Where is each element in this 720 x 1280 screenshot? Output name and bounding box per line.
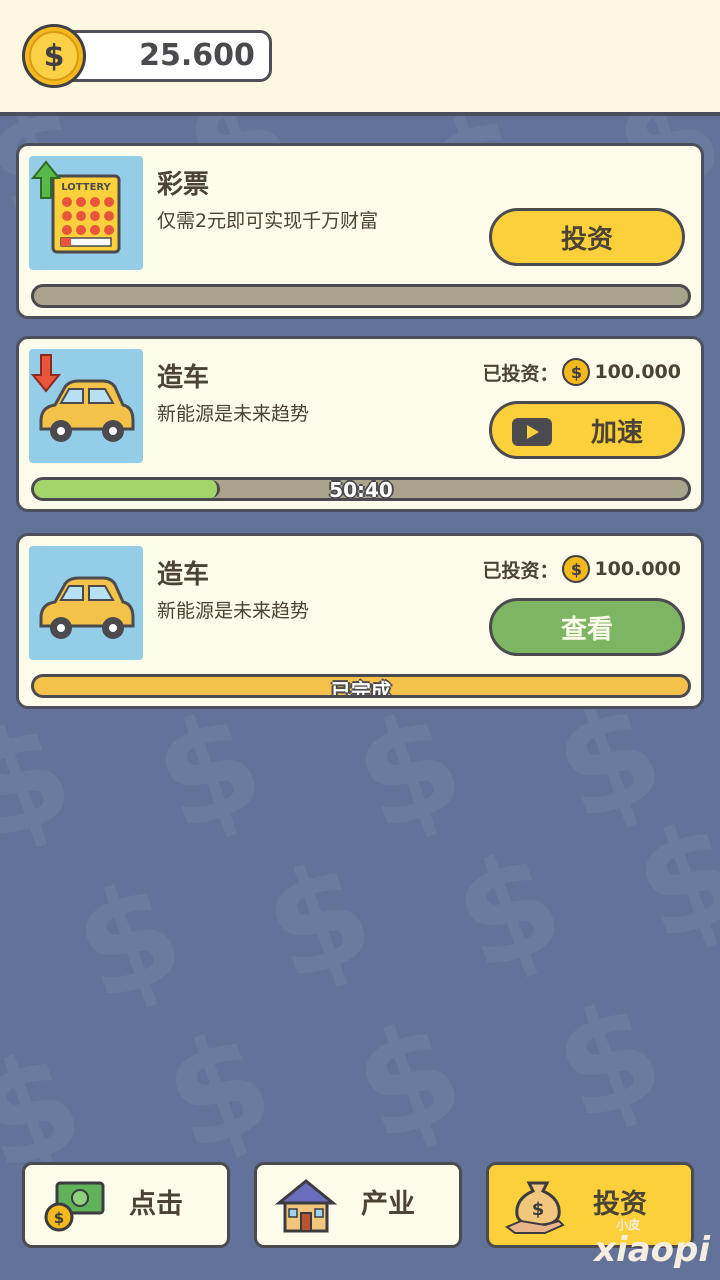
investment-progress-bar — [31, 284, 691, 308]
invest-button[interactable]: 投资 — [489, 208, 685, 266]
svg-text:$: $ — [54, 1209, 64, 1227]
watermark-logo: 小皮 xiaopi — [594, 1218, 710, 1270]
nav-industry-label: 产业 — [361, 1189, 415, 1220]
top-bar: 25.600 $ — [0, 0, 720, 116]
invest-button-label: 投资 — [560, 224, 613, 255]
watermark-text: xiaopi — [594, 1230, 710, 1270]
video-play-icon — [512, 418, 552, 446]
dollar-coin-icon: $ — [562, 555, 591, 583]
card-title: 造车 — [157, 363, 210, 393]
card-description: 仅需2元即可实现千万财富 — [157, 210, 379, 232]
down-arrow-icon — [30, 353, 62, 397]
house-icon — [273, 1175, 339, 1235]
invested-label: 已投资： — [482, 559, 559, 582]
speed-up-button-label: 加速 — [590, 417, 643, 448]
nav-click-label: 点击 — [129, 1189, 183, 1220]
svg-text:$: $ — [532, 1199, 545, 1220]
investment-progress-bar: 50:40 — [31, 477, 691, 501]
card-description: 新能源是未来趋势 — [157, 600, 310, 622]
car-icon — [29, 546, 143, 660]
investment-progress-bar: 已完成 — [31, 674, 691, 698]
coin-balance-value: 25.600 — [139, 38, 255, 73]
dollar-coin-icon: $ — [562, 358, 591, 386]
nav-click-button[interactable]: $ 点击 — [22, 1162, 230, 1248]
invested-amount: 已投资： $ 100.000 — [482, 552, 681, 586]
up-arrow-icon — [30, 160, 62, 204]
nav-industry-button[interactable]: 产业 — [254, 1162, 462, 1248]
view-button[interactable]: 查看 — [489, 598, 685, 656]
card-description: 新能源是未来趋势 — [157, 403, 310, 425]
investment-card-car-completed: 造车 新能源是未来趋势 已投资： $ 100.000 查看 已完成 — [16, 533, 704, 709]
card-title: 彩票 — [157, 170, 210, 200]
invested-amount: 已投资： $ 100.000 — [482, 355, 681, 389]
svg-text:LOTTERY: LOTTERY — [61, 182, 111, 193]
invested-value: 100.000 — [594, 361, 681, 383]
money-bag-hand-icon: $ — [505, 1175, 571, 1235]
investment-card-car-in-progress: 造车 新能源是未来趋势 已投资： $ 100.000 加速 50:40 — [16, 336, 704, 512]
invested-value: 100.000 — [594, 558, 681, 580]
cash-coins-icon: $ — [41, 1175, 107, 1235]
speed-up-button[interactable]: 加速 — [489, 401, 685, 459]
completed-label: 已完成 — [331, 679, 391, 698]
countdown-timer: 50:40 — [329, 478, 393, 501]
dollar-coin-icon: $ — [22, 24, 86, 88]
investment-card-lottery: LOTTERY 彩票 仅需2元即可实现千万财富 投资 — [16, 143, 704, 319]
view-button-label: 查看 — [560, 614, 613, 645]
card-title: 造车 — [157, 560, 210, 590]
invested-label: 已投资： — [482, 362, 559, 385]
watermark-sub: 小皮 — [616, 1218, 641, 1232]
